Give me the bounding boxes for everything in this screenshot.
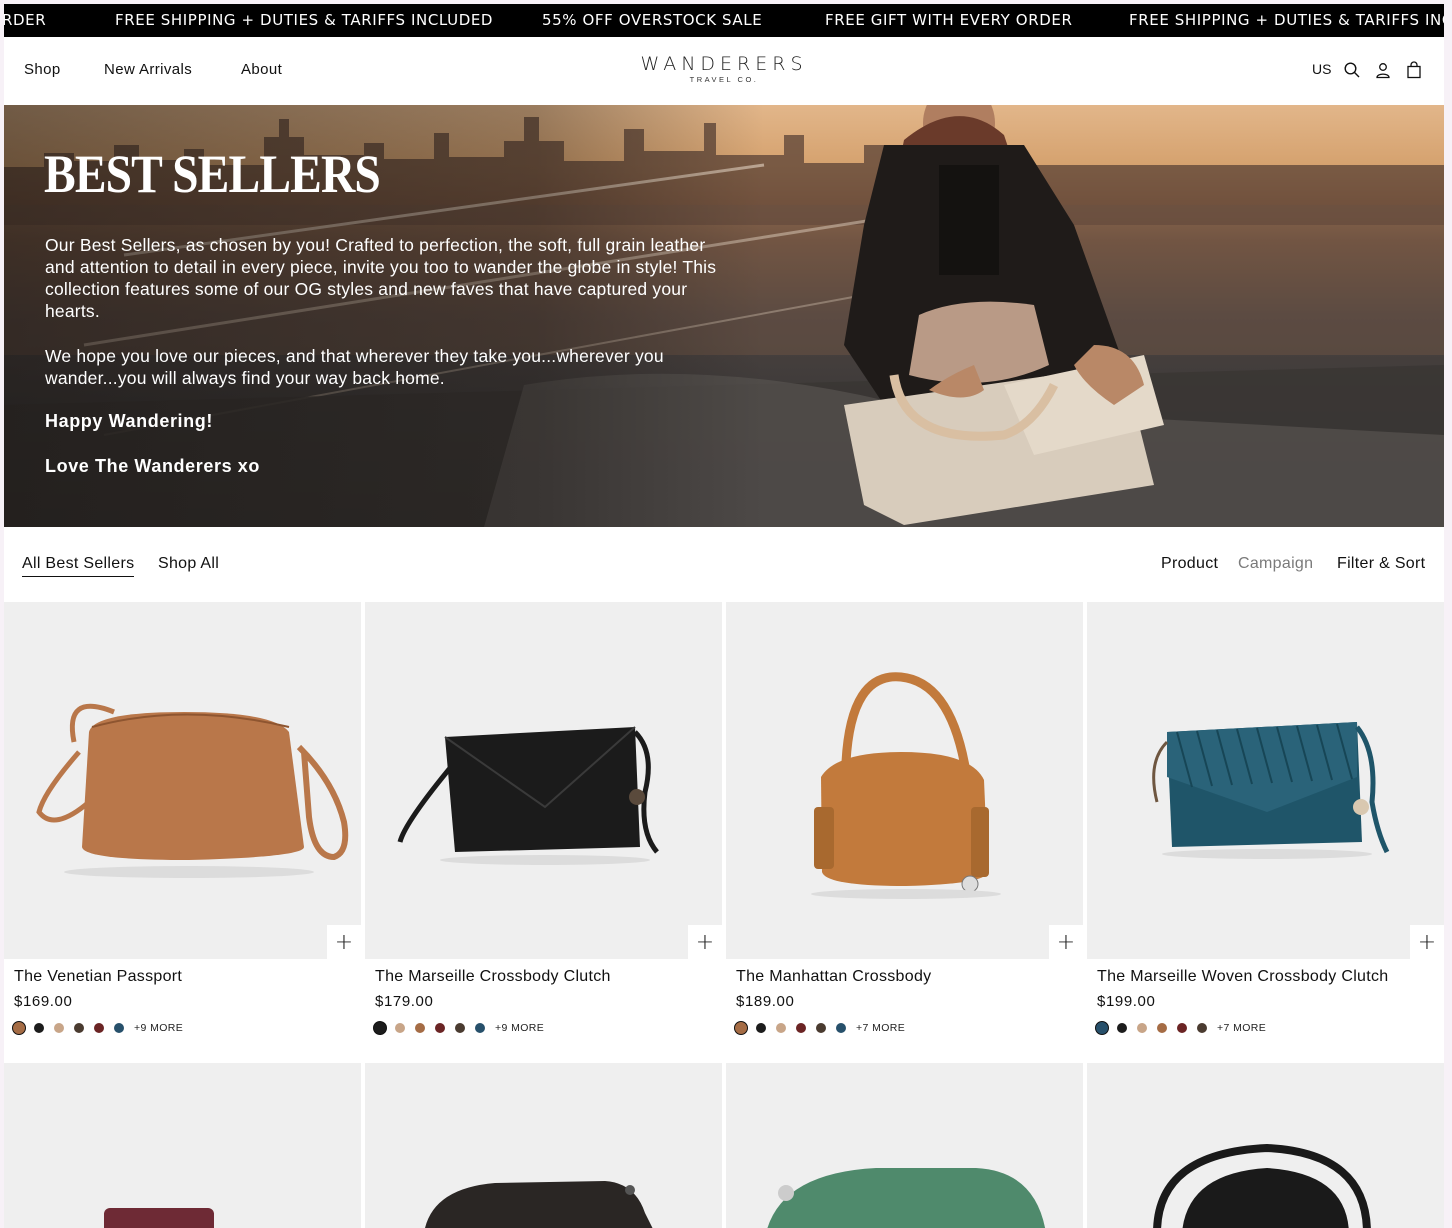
color-swatch[interactable] (1177, 1023, 1187, 1033)
hero-title: BEST SELLERS (44, 144, 381, 204)
quick-add-button[interactable]: + (1049, 925, 1083, 959)
color-swatches: +7 MORE (1095, 1021, 1266, 1035)
tab-shop-all[interactable]: Shop All (158, 555, 219, 573)
announcement-bar: RDER FREE SHIPPING + DUTIES & TARIFFS IN… (4, 4, 1444, 37)
color-swatch[interactable] (74, 1023, 84, 1033)
announcement-item: RDER (4, 11, 47, 29)
more-colors-link[interactable]: +7 MORE (856, 1022, 905, 1034)
more-colors-link[interactable]: +9 MORE (495, 1022, 544, 1034)
product-image[interactable] (365, 1063, 722, 1228)
logo-tagline: TRAVEL CO. (689, 75, 759, 84)
color-swatch[interactable] (1117, 1023, 1127, 1033)
more-colors-link[interactable]: +7 MORE (1217, 1022, 1266, 1034)
collection-toolbar: All Best Sellers Shop All Product Campai… (4, 527, 1444, 602)
product-image[interactable]: + (4, 602, 361, 959)
nav-about[interactable]: About (241, 61, 282, 78)
account-icon[interactable] (1374, 61, 1392, 79)
color-swatch[interactable] (415, 1023, 425, 1033)
color-swatches: +9 MORE (373, 1021, 544, 1035)
color-swatch[interactable] (1197, 1023, 1207, 1033)
announcement-item: FREE SHIPPING + DUTIES & TARIFFS INCLU (1129, 11, 1444, 29)
color-swatches: +9 MORE (12, 1021, 183, 1035)
more-colors-link[interactable]: +9 MORE (134, 1022, 183, 1034)
color-swatch[interactable] (1157, 1023, 1167, 1033)
filter-sort-button[interactable]: Filter & Sort (1337, 555, 1425, 573)
quick-add-button[interactable]: + (1410, 925, 1444, 959)
search-icon[interactable] (1343, 61, 1361, 79)
color-swatch[interactable] (54, 1023, 64, 1033)
color-swatch[interactable] (114, 1023, 124, 1033)
nav-new-arrivals[interactable]: New Arrivals (104, 61, 192, 78)
product-card[interactable] (365, 1063, 722, 1228)
color-swatch[interactable] (395, 1023, 405, 1033)
announcement-item: FREE GIFT WITH EVERY ORDER (825, 11, 1073, 29)
hero-description-2: We hope you love our pieces, and that wh… (45, 346, 664, 388)
hero-banner: BEST SELLERS Our Best Sellers, as chosen… (4, 105, 1444, 527)
color-swatch[interactable] (34, 1023, 44, 1033)
color-swatch[interactable] (756, 1023, 766, 1033)
product-name[interactable]: The Marseille Crossbody Clutch (375, 968, 611, 986)
view-product-toggle[interactable]: Product (1161, 555, 1218, 573)
region-selector[interactable]: US (1312, 61, 1331, 77)
product-name[interactable]: The Venetian Passport (14, 968, 182, 986)
view-campaign-toggle[interactable]: Campaign (1238, 555, 1313, 573)
product-card[interactable] (4, 1063, 361, 1228)
color-swatch[interactable] (796, 1023, 806, 1033)
color-swatch[interactable] (836, 1023, 846, 1033)
hero-description: Our Best Sellers, as chosen by you! Craf… (45, 235, 717, 321)
product-image[interactable]: + (1087, 602, 1444, 959)
product-image[interactable]: + (365, 602, 722, 959)
product-image[interactable] (1087, 1063, 1444, 1228)
color-swatch[interactable] (12, 1021, 26, 1035)
product-image[interactable] (726, 1063, 1083, 1228)
product-card[interactable]: + The Manhattan Crossbody $189.00 +7 MOR… (726, 602, 1083, 1057)
hero-signoff-1: Happy Wandering! (45, 411, 213, 431)
product-card[interactable]: + The Marseille Crossbody Clutch $179.00… (365, 602, 722, 1057)
product-card[interactable] (1087, 1063, 1444, 1228)
announcement-item: 55% OFF OVERSTOCK SALE (542, 11, 763, 29)
product-price: $199.00 (1097, 993, 1156, 1010)
product-image[interactable]: + (726, 602, 1083, 959)
color-swatch[interactable] (94, 1023, 104, 1033)
product-price: $189.00 (736, 993, 795, 1010)
color-swatch[interactable] (1095, 1021, 1109, 1035)
quick-add-button[interactable]: + (688, 925, 722, 959)
quick-add-button[interactable]: + (327, 925, 361, 959)
color-swatch[interactable] (455, 1023, 465, 1033)
color-swatch[interactable] (816, 1023, 826, 1033)
site-header: Shop New Arrivals About WANDERERS TRAVEL… (4, 37, 1444, 105)
site-logo[interactable]: WANDERERS TRAVEL CO. (624, 53, 824, 84)
nav-shop[interactable]: Shop (24, 61, 61, 78)
announcement-item: FREE SHIPPING + DUTIES & TARIFFS INCLUDE… (115, 11, 494, 29)
color-swatch[interactable] (373, 1021, 387, 1035)
product-price: $169.00 (14, 993, 73, 1010)
product-card[interactable] (726, 1063, 1083, 1228)
product-image[interactable] (4, 1063, 361, 1228)
product-card[interactable]: + The Venetian Passport $169.00 +9 MORE (4, 602, 361, 1057)
color-swatch[interactable] (475, 1023, 485, 1033)
color-swatch[interactable] (435, 1023, 445, 1033)
product-name[interactable]: The Manhattan Crossbody (736, 968, 931, 986)
color-swatch[interactable] (1137, 1023, 1147, 1033)
cart-icon[interactable] (1405, 61, 1423, 79)
color-swatch[interactable] (776, 1023, 786, 1033)
hero-signoff-2: Love The Wanderers xo (45, 456, 260, 476)
color-swatch[interactable] (734, 1021, 748, 1035)
tab-all-best-sellers[interactable]: All Best Sellers (22, 555, 135, 577)
logo-wordmark: WANDERERS (640, 53, 808, 75)
product-name[interactable]: The Marseille Woven Crossbody Clutch (1097, 968, 1389, 986)
product-card[interactable]: + The Marseille Woven Crossbody Clutch $… (1087, 602, 1444, 1057)
color-swatches: +7 MORE (734, 1021, 905, 1035)
product-price: $179.00 (375, 993, 434, 1010)
page: RDER FREE SHIPPING + DUTIES & TARIFFS IN… (4, 4, 1444, 1228)
